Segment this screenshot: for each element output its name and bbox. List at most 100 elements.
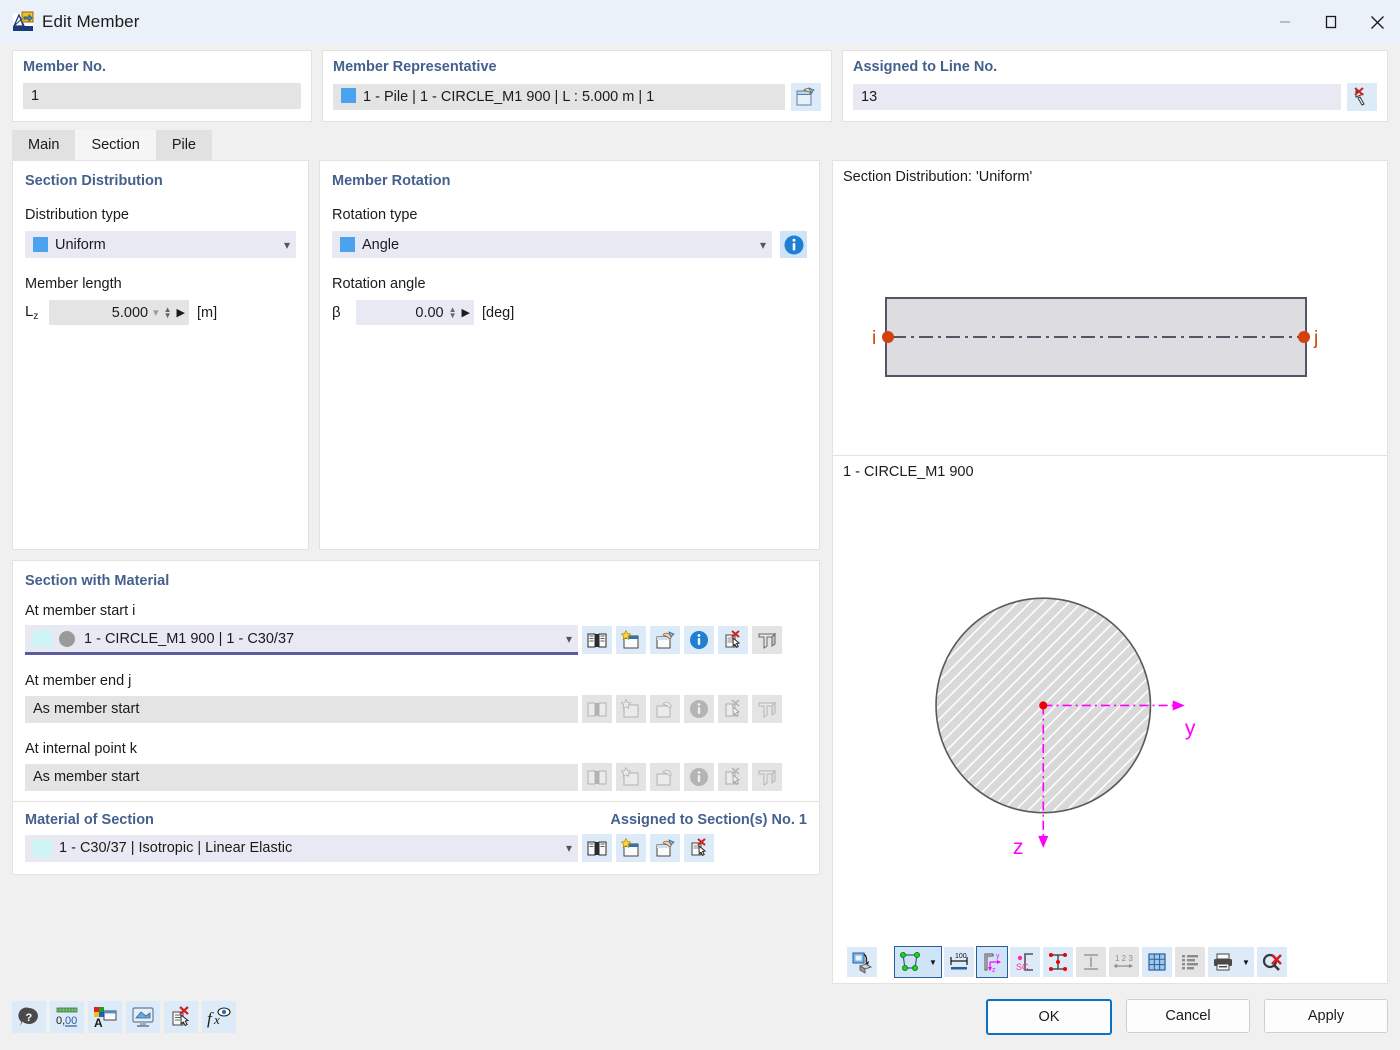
library-icon[interactable]: [582, 834, 612, 862]
rotation-type-label: Rotation type: [332, 207, 418, 223]
delete-icon[interactable]: [718, 626, 748, 654]
import-icon[interactable]: [650, 626, 680, 654]
library-icon[interactable]: [582, 626, 612, 654]
color-swatch: [33, 839, 52, 857]
chevron-down-icon: ▾: [565, 631, 572, 646]
info-icon: [684, 695, 714, 723]
member-representative-value: 1 - Pile | 1 - CIRCLE_M1 900 | L : 5.000…: [363, 89, 655, 105]
rotation-angle-input[interactable]: 0.00 ▲ ▼ ▶: [356, 300, 474, 325]
axis-y-label: y: [1185, 717, 1196, 740]
dialog-buttons: OK Cancel Apply: [986, 999, 1388, 1035]
section-profile-icon: [752, 763, 782, 791]
distribution-type-label: Distribution type: [25, 207, 129, 223]
principal-axes-icon[interactable]: yz: [976, 946, 1008, 978]
table-list-icon[interactable]: [1175, 947, 1205, 977]
svg-text:z: z: [992, 967, 996, 974]
svg-text:SC: SC: [1016, 962, 1029, 972]
close-icon[interactable]: [1354, 0, 1400, 44]
color-swatch: [341, 88, 356, 103]
stress-points-icon[interactable]: [1043, 947, 1073, 977]
import-icon: [650, 763, 680, 791]
section-profile-icon[interactable]: [752, 626, 782, 654]
cancel-button[interactable]: Cancel: [1126, 999, 1250, 1033]
shear-center-icon[interactable]: SC: [1010, 947, 1040, 977]
at-internal-point-row: As member start: [25, 763, 807, 791]
section-preview-panel: 1 - CIRCLE_M1 900 y z ▼ 100 y z SC 1 2 3…: [832, 456, 1388, 984]
expand-arrow-icon[interactable]: ▶: [177, 306, 185, 319]
member-representative-input[interactable]: 1 - Pile | 1 - CIRCLE_M1 900 | L : 5.000…: [333, 84, 785, 110]
tab-pile[interactable]: Pile: [155, 130, 212, 160]
print-dropdown-icon[interactable]: ▼: [1208, 947, 1254, 977]
tab-section[interactable]: Section: [75, 130, 156, 160]
color-swatch: [340, 237, 355, 252]
new-icon[interactable]: [616, 626, 646, 654]
member-length-input[interactable]: 5.000 ▾ ▲ ▼ ▶: [49, 300, 189, 325]
stepper-icon[interactable]: ▲ ▼: [164, 305, 172, 319]
delete-icon[interactable]: [684, 834, 714, 862]
chevron-down-icon[interactable]: ▼: [1238, 958, 1254, 967]
header-cards: Member No. 1 Member Representative 1 - P…: [0, 44, 1400, 122]
info-icon[interactable]: [684, 626, 714, 654]
formula-icon[interactable]: fx: [202, 1001, 236, 1033]
section-distribution-panel: Section Distribution Distribution type U…: [12, 160, 309, 550]
assigned-to-sections-label: Assigned to Section(s) No. 1: [610, 812, 807, 828]
chevron-down-icon[interactable]: ▼: [925, 958, 941, 967]
ok-button[interactable]: OK: [986, 999, 1112, 1035]
library-icon: [582, 763, 612, 791]
info-icon[interactable]: [780, 231, 807, 258]
expand-arrow-icon[interactable]: ▶: [462, 306, 470, 319]
library-icon: [582, 695, 612, 723]
member-length-label: Member length: [25, 276, 122, 292]
at-member-start-select[interactable]: 1 - CIRCLE_M1 900 | 1 - C30/37 ▾: [25, 625, 578, 655]
maximize-icon[interactable]: [1308, 0, 1354, 44]
at-member-end-field: As member start: [25, 695, 578, 723]
at-member-start-row: 1 - CIRCLE_M1 900 | 1 - C30/37 ▾: [25, 625, 807, 655]
numbering-icon[interactable]: 1 2 3: [1109, 947, 1139, 977]
rendering-icon[interactable]: [126, 1001, 160, 1033]
dimensions-icon[interactable]: 100: [944, 947, 974, 977]
display-properties-icon[interactable]: A: [88, 1001, 122, 1033]
deselect-icon[interactable]: [1347, 83, 1377, 111]
rotation-angle-symbol: β: [332, 304, 341, 321]
distribution-type-select[interactable]: Uniform ▾: [25, 231, 296, 258]
rotation-angle-value: 0.00: [415, 304, 444, 321]
help-icon[interactable]: ?: [12, 1001, 46, 1033]
color-swatch: [33, 237, 48, 252]
svg-text:00: 00: [65, 1015, 77, 1027]
left-column: Section Distribution Distribution type U…: [12, 160, 820, 984]
assigned-to-line-label: Assigned to Line No.: [853, 59, 998, 75]
tab-main[interactable]: Main: [12, 130, 76, 160]
window-controls: [1262, 0, 1400, 44]
select-in-model-icon[interactable]: [791, 83, 821, 111]
zoom-reset-icon[interactable]: [1257, 947, 1287, 977]
chevron-down-icon: ▾: [283, 237, 290, 252]
rotation-type-select[interactable]: Angle ▾: [332, 231, 772, 258]
section-parts-icon[interactable]: [1076, 947, 1106, 977]
new-icon[interactable]: [616, 834, 646, 862]
at-internal-point-label: At internal point k: [25, 741, 138, 757]
minimize-icon[interactable]: [1262, 0, 1308, 44]
member-representative-label: Member Representative: [333, 59, 497, 75]
window-title: Edit Member: [42, 12, 140, 31]
delete-icon[interactable]: [164, 1001, 198, 1033]
svg-text:100: 100: [955, 953, 967, 960]
shape-fill-dropdown-icon[interactable]: ▼: [894, 946, 942, 978]
import-icon[interactable]: [650, 834, 680, 862]
distribution-preview-caption: Section Distribution: 'Uniform': [843, 169, 1033, 185]
distribution-type-value: Uniform: [55, 236, 106, 253]
decimal-places-icon[interactable]: 0, 00: [50, 1001, 84, 1033]
rotate-view-icon[interactable]: [847, 947, 877, 977]
section-shape-icon: [59, 630, 75, 647]
svg-text:1 2 3: 1 2 3: [1115, 954, 1133, 963]
grid-icon[interactable]: [1142, 947, 1172, 977]
stepper-icon[interactable]: ▲ ▼: [449, 305, 457, 319]
section-with-material-panel: Section with Material At member start i …: [12, 560, 820, 802]
info-icon: [684, 763, 714, 791]
title-bar: Edit Member: [0, 0, 1400, 44]
material-select[interactable]: 1 - C30/37 | Isotropic | Linear Elastic …: [25, 834, 578, 862]
assigned-to-line-input[interactable]: 13: [853, 84, 1341, 110]
dialog-footer: ? 0, 00 A fx OK Cancel Apply: [0, 984, 1400, 1050]
member-no-input[interactable]: 1: [23, 83, 301, 109]
assigned-to-line-card: Assigned to Line No. 13: [842, 50, 1388, 122]
apply-button[interactable]: Apply: [1264, 999, 1388, 1033]
